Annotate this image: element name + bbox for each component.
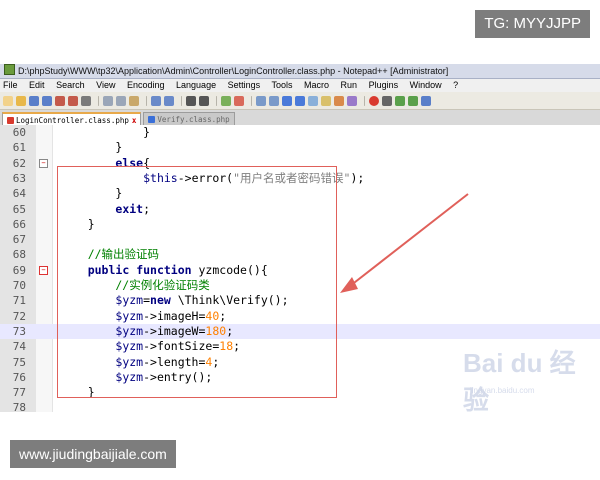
annotation-arrow-icon <box>340 193 469 293</box>
watermark-bottom: www.jiudingbaijiale.com <box>10 440 176 468</box>
